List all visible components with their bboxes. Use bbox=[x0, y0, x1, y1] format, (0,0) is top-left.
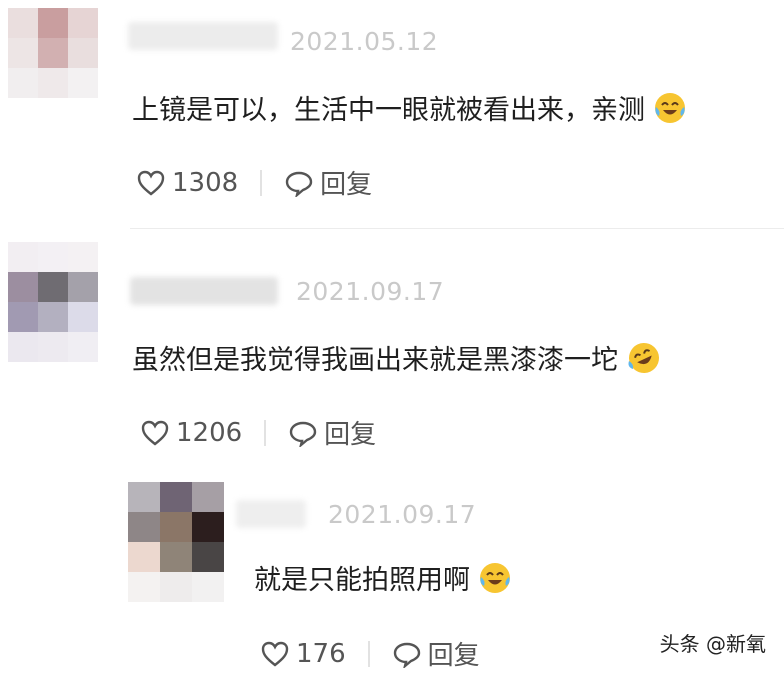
reply-label: 回复 bbox=[320, 170, 373, 200]
watermark: 头条 @新氧 bbox=[659, 632, 766, 656]
comment-date: 2021.05.12 bbox=[290, 27, 439, 56]
divider bbox=[260, 169, 263, 196]
comment-text: 就是只能拍照用啊 bbox=[254, 558, 512, 602]
avatar[interactable] bbox=[8, 242, 100, 362]
comment-date: 2021.09.17 bbox=[296, 277, 445, 306]
reply-button[interactable]: 回复 bbox=[392, 635, 480, 672]
comment-text: 上镜是可以，生活中一眼就被看出来，亲测 bbox=[132, 88, 687, 132]
speech-bubble-icon bbox=[393, 642, 420, 668]
comment-text: 虽然但是我觉得我画出来就是黑漆漆一坨 bbox=[132, 338, 662, 382]
heart-icon bbox=[261, 641, 289, 667]
reply-button[interactable]: 回复 bbox=[284, 164, 372, 201]
divider bbox=[130, 228, 784, 229]
reply-button[interactable]: 回复 bbox=[288, 414, 376, 451]
like-button[interactable]: 1206 bbox=[140, 418, 242, 448]
reply-label: 回复 bbox=[427, 641, 480, 671]
avatar[interactable] bbox=[128, 482, 224, 602]
comment-body: 上镜是可以，生活中一眼就被看出来，亲测 bbox=[132, 95, 645, 126]
username[interactable] bbox=[128, 22, 278, 50]
comment-actions: 1308 回复 bbox=[136, 164, 372, 201]
like-count: 1206 bbox=[176, 417, 243, 448]
username[interactable] bbox=[236, 500, 306, 528]
like-count: 1308 bbox=[172, 167, 239, 198]
like-count: 176 bbox=[296, 638, 346, 669]
like-button[interactable]: 1308 bbox=[136, 168, 238, 198]
comment-body: 虽然但是我觉得我画出来就是黑漆漆一坨 bbox=[132, 345, 618, 376]
avatar[interactable] bbox=[8, 8, 98, 98]
username[interactable] bbox=[130, 277, 278, 305]
reply-label: 回复 bbox=[324, 420, 377, 450]
heart-icon bbox=[137, 170, 165, 196]
crying-laughing-emoji-icon bbox=[478, 561, 512, 602]
speech-bubble-icon bbox=[285, 171, 313, 197]
like-button[interactable]: 176 bbox=[260, 639, 346, 669]
divider bbox=[367, 640, 370, 667]
comment-date: 2021.09.17 bbox=[328, 500, 477, 529]
comment-actions: 176 回复 bbox=[260, 635, 480, 672]
comment-body: 就是只能拍照用啊 bbox=[254, 565, 470, 596]
divider bbox=[264, 419, 267, 446]
heart-icon bbox=[141, 420, 169, 446]
speech-bubble-icon bbox=[289, 421, 317, 447]
crying-laughing-emoji-icon bbox=[653, 91, 687, 132]
rolling-laughing-emoji-icon bbox=[626, 341, 662, 382]
comment-actions: 1206 回复 bbox=[140, 414, 376, 451]
